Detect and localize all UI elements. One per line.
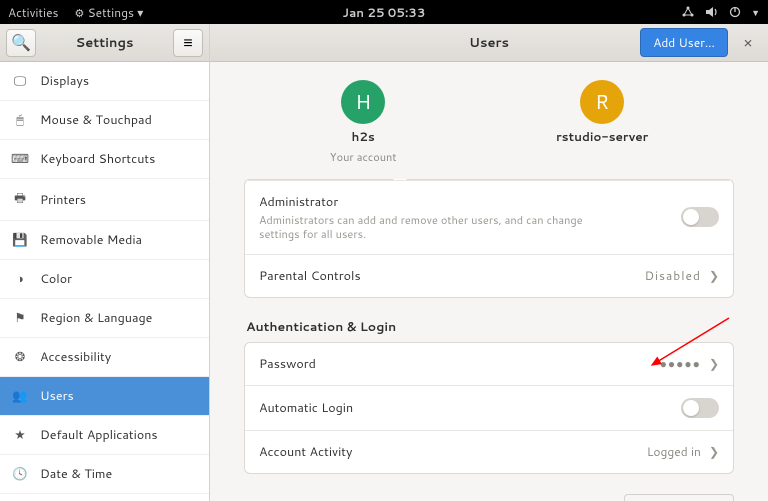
- sidebar-icon: ❂: [12, 348, 28, 366]
- sidebar-item-keyboard-shortcuts[interactable]: ⌨ Keyboard Shortcuts: [0, 140, 209, 179]
- sidebar-icon: 🕓: [12, 465, 28, 483]
- power-icon[interactable]: [729, 6, 741, 18]
- sidebar-item-label: Displays: [40, 72, 89, 90]
- sidebar-item-color[interactable]: ◑ Color: [0, 260, 209, 299]
- hamburger-icon: ≡: [183, 31, 192, 54]
- sidebar-item-date-time[interactable]: 🕓 Date & Time: [0, 455, 209, 494]
- chevron-down-icon: ▼: [751, 6, 760, 19]
- menu-button[interactable]: ≡: [173, 29, 203, 57]
- sidebar-item-mouse-touchpad[interactable]: 🖱 Mouse & Touchpad: [0, 101, 209, 140]
- user-card-h2s[interactable]: H h2s Your account: [330, 80, 397, 165]
- close-button[interactable]: ×: [736, 31, 760, 55]
- sidebar-item-label: Keyboard Shortcuts: [40, 150, 155, 168]
- sidebar-item-printers[interactable]: 🖶 Printers: [0, 179, 209, 221]
- row-value: Disabled: [645, 267, 701, 284]
- row-title: Account Activity: [259, 443, 353, 461]
- row-value: Logged in: [647, 443, 701, 460]
- sidebar-icon: ◑: [12, 270, 28, 288]
- close-icon: ×: [743, 32, 753, 53]
- remove-user-button[interactable]: Remove User…: [624, 494, 734, 501]
- search-button[interactable]: 🔍: [6, 29, 36, 57]
- administrator-toggle[interactable]: [681, 207, 719, 227]
- sidebar-item-default-applications[interactable]: ★ Default Applications: [0, 416, 209, 455]
- row-value: ●●●●●: [660, 355, 701, 372]
- sidebar-icon: 🖱: [12, 111, 28, 129]
- sidebar-item-label: Users: [40, 387, 74, 405]
- sidebar-item-label: Default Applications: [40, 426, 158, 444]
- sidebar-icon: ★: [12, 426, 28, 444]
- automatic-login-toggle[interactable]: [681, 398, 719, 418]
- main-header: Users Add User… ×: [210, 24, 768, 62]
- selected-user-pointer: [392, 179, 408, 180]
- sidebar-item-users[interactable]: 👥 Users: [0, 377, 209, 416]
- network-icon[interactable]: [681, 6, 695, 18]
- row-title: Automatic Login: [259, 399, 353, 417]
- password-row[interactable]: Password ●●●●● ❯: [245, 343, 733, 385]
- sidebar-item-label: Region & Language: [40, 309, 152, 327]
- sidebar-icon: 💾: [12, 231, 28, 249]
- sidebar-icon: 👥: [12, 387, 28, 405]
- sidebar-item-label: Printers: [40, 191, 86, 209]
- sidebar-item-label: Accessibility: [40, 348, 111, 366]
- row-description: Administrators can add and remove other …: [259, 213, 589, 242]
- auth-panel: Password ●●●●● ❯ Automatic Login Account…: [244, 342, 734, 474]
- user-name: h2s: [351, 128, 374, 145]
- sidebar-item-accessibility[interactable]: ❂ Accessibility: [0, 338, 209, 377]
- sidebar-item-label: Mouse & Touchpad: [40, 111, 152, 129]
- row-title: Password: [259, 355, 316, 373]
- auth-section-title: Authentication & Login: [246, 318, 734, 336]
- chevron-right-icon: ❯: [709, 267, 719, 284]
- row-title: Administrator: [259, 193, 589, 211]
- add-user-button[interactable]: Add User…: [640, 28, 728, 57]
- sidebar-icon: ⚑: [12, 309, 28, 327]
- sidebar-item-displays[interactable]: 🖵 Displays: [0, 62, 209, 101]
- sidebar-icon: 🖶: [12, 189, 28, 210]
- user-subtitle: Your account: [330, 149, 397, 165]
- row-title: Parental Controls: [259, 267, 361, 285]
- sidebar-icon: ⌨: [12, 150, 28, 168]
- sidebar-item-removable-media[interactable]: 💾 Removable Media: [0, 221, 209, 260]
- activities-button[interactable]: Activities: [8, 4, 59, 21]
- automatic-login-row[interactable]: Automatic Login: [245, 385, 733, 430]
- gnome-topbar: Activities ⚙ Settings ▾ Jan 25 05:33 ▼: [0, 0, 768, 24]
- topbar-app-menu[interactable]: ⚙ Settings ▾: [75, 4, 144, 21]
- page-title: Users: [469, 34, 509, 52]
- sidebar-item-label: Removable Media: [40, 231, 142, 249]
- sidebar-item-region-language[interactable]: ⚑ Region & Language: [0, 299, 209, 338]
- sidebar-item-about[interactable]: ⓘAbout: [0, 494, 209, 501]
- topbar-clock[interactable]: Jan 25 05:33: [343, 4, 426, 21]
- gear-icon: ⚙: [75, 5, 85, 21]
- settings-sidebar: 🔍 Settings ≡ 🖵 Displays 🖱 Mouse & Touchpad ⌨…: [0, 24, 210, 501]
- avatar: H: [341, 80, 385, 124]
- user-name: rstudio-server: [556, 128, 648, 145]
- search-icon: 🔍: [11, 31, 31, 54]
- account-activity-row[interactable]: Account Activity Logged in ❯: [245, 430, 733, 473]
- sidebar-title: Settings: [40, 34, 169, 52]
- sidebar-item-label: Date & Time: [40, 465, 112, 483]
- account-settings-panel: Administrator Administrators can add and…: [244, 179, 734, 298]
- avatar: R: [580, 80, 624, 124]
- administrator-row[interactable]: Administrator Administrators can add and…: [245, 180, 733, 254]
- volume-icon[interactable]: [705, 6, 719, 18]
- users-selector: H h2s Your account R rstudio-server: [210, 62, 768, 179]
- user-card-rstudio[interactable]: R rstudio-server: [556, 80, 648, 165]
- sidebar-item-label: Color: [40, 270, 72, 288]
- parental-controls-row[interactable]: Parental Controls Disabled ❯: [245, 254, 733, 297]
- chevron-right-icon: ❯: [709, 443, 719, 460]
- chevron-right-icon: ❯: [709, 355, 719, 372]
- sidebar-icon: 🖵: [12, 72, 28, 90]
